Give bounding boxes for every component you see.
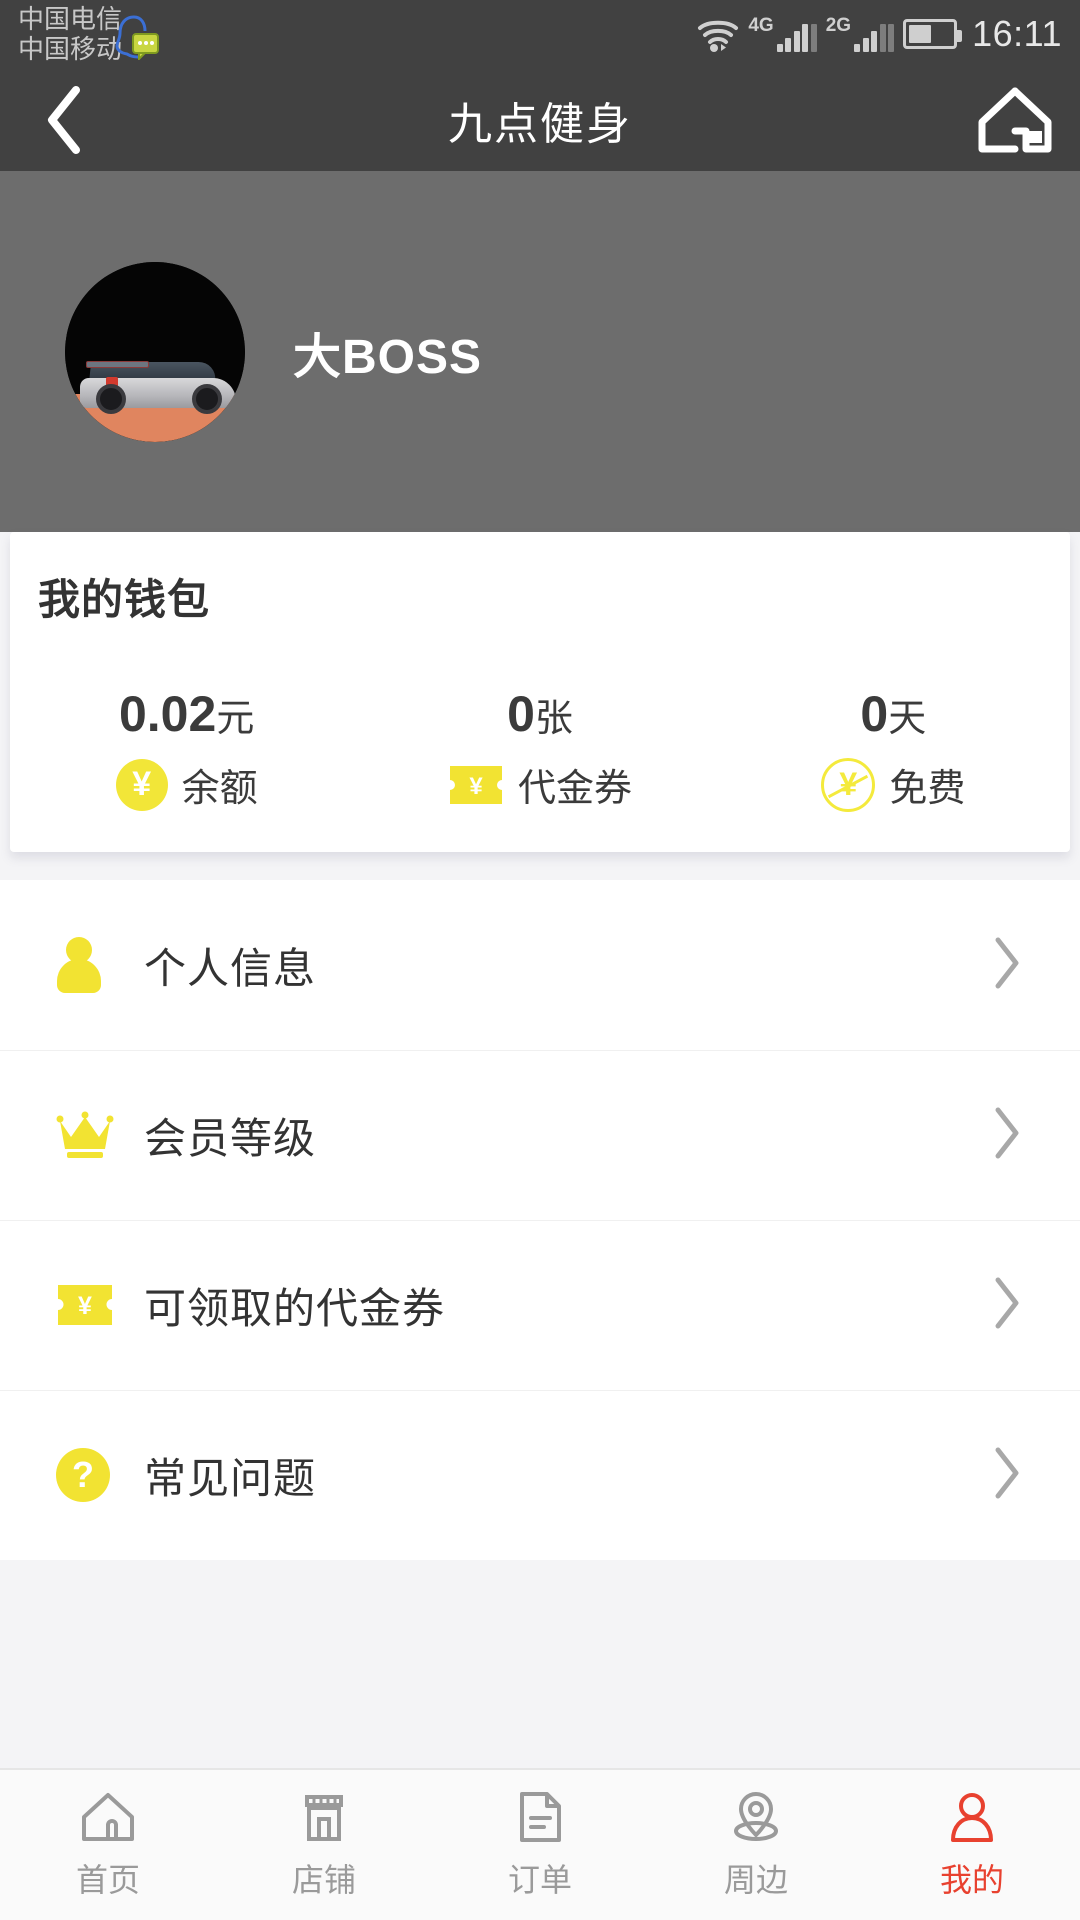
- voucher-ticket-icon: ¥: [448, 762, 504, 808]
- back-button[interactable]: [0, 68, 130, 171]
- wifi-icon: [698, 20, 739, 52]
- voucher-label: 代金券: [517, 768, 632, 810]
- svg-text:¥: ¥: [78, 1292, 92, 1320]
- menu-item-faq[interactable]: ? 常见问题: [0, 1390, 1080, 1560]
- tab-label-orders: 订单: [507, 1862, 572, 1898]
- voucher-ticket-icon: ¥: [56, 1281, 122, 1329]
- tab-shop[interactable]: 店铺: [216, 1770, 432, 1920]
- balance-row: ¥ 余额: [115, 757, 258, 812]
- tab-nearby[interactable]: 周边: [648, 1770, 864, 1920]
- balance-amount: 0.02元: [118, 686, 255, 742]
- menu-list: 个人信息 会员等级 ¥ 可领取的代金券 ? 常见问题: [0, 880, 1080, 1560]
- free-yen-icon: ¥: [821, 757, 876, 812]
- tab-home[interactable]: 首页: [0, 1770, 216, 1920]
- carrier-line-1: 中国电信: [18, 4, 123, 34]
- carrier-line-2: 中国移动: [18, 34, 123, 64]
- tab-label-home: 首页: [75, 1862, 140, 1898]
- menu-item-claimable-vouchers[interactable]: ¥ 可领取的代金券: [0, 1220, 1080, 1390]
- free-amount: 0天: [860, 686, 927, 742]
- avatar-car: [73, 352, 239, 414]
- menu-item-membership-level[interactable]: 会员等级: [0, 1050, 1080, 1220]
- document-icon: [517, 1789, 563, 1845]
- carrier-names: 中国电信 中国移动: [18, 4, 122, 64]
- wallet-stat-balance[interactable]: 0.02元 ¥ 余额: [10, 685, 363, 812]
- app-header: 九点健身: [0, 68, 1080, 171]
- voucher-amount: 0张: [507, 686, 573, 742]
- menu-label-faq: 常见问题: [144, 1454, 317, 1502]
- bottom-tab-bar: 首页 店铺 订单 周边 我的: [0, 1768, 1080, 1920]
- battery-icon: [903, 19, 963, 49]
- menu-label-claimable-vouchers: 可领取的代金券: [144, 1284, 446, 1332]
- crown-icon: [56, 1111, 122, 1159]
- chevron-right-icon: [992, 936, 1022, 995]
- menu-label-personal-info: 个人信息: [144, 944, 317, 992]
- page-title: 九点健身: [448, 99, 632, 149]
- signal-2g: 2G: [825, 15, 895, 52]
- svg-text:¥: ¥: [469, 773, 483, 800]
- profile-username: 大BOSS: [293, 330, 483, 384]
- signal-bars-1: [776, 22, 817, 52]
- chevron-right-icon: [992, 1446, 1022, 1505]
- menu-label-membership-level: 会员等级: [144, 1114, 317, 1162]
- tab-label-shop: 店铺: [291, 1862, 356, 1898]
- chevron-right-icon: [992, 1276, 1022, 1335]
- voucher-row: ¥ 代金券: [448, 757, 632, 812]
- person-icon: [56, 937, 122, 993]
- wallet-stat-voucher[interactable]: 0张 ¥ 代金券: [363, 685, 716, 812]
- free-label: 免费: [889, 768, 966, 810]
- back-chevron-icon: [48, 85, 80, 154]
- question-mark-icon: ?: [56, 1448, 122, 1502]
- chevron-right-icon: [992, 1106, 1022, 1165]
- yen-coin-icon: ¥: [115, 758, 168, 811]
- free-row: ¥ 免费: [821, 757, 965, 812]
- user-profile-icon: [947, 1789, 997, 1845]
- qq-message-icon: [115, 15, 159, 60]
- balance-label: 余额: [181, 768, 258, 810]
- wallet-card-wrapper: 我的钱包 0.02元 ¥ 余额 0张 ¥ 代金券 0天 ¥ 免费: [0, 532, 1080, 852]
- network-type-2g: 2G: [825, 15, 852, 36]
- signal-4g: 4G: [748, 15, 817, 52]
- menu-item-personal-info[interactable]: 个人信息: [0, 880, 1080, 1050]
- status-clock: 16:11: [972, 13, 1062, 54]
- status-icons: 4G 2G 16:11: [697, 0, 1062, 68]
- tab-orders[interactable]: 订单: [432, 1770, 648, 1920]
- shop-icon: [298, 1789, 350, 1845]
- home-icon: [978, 87, 1052, 152]
- wallet-title: 我的钱包: [38, 576, 211, 623]
- tab-mine[interactable]: 我的: [864, 1770, 1080, 1920]
- wallet-card: 我的钱包 0.02元 ¥ 余额 0张 ¥ 代金券 0天 ¥ 免费: [10, 532, 1070, 852]
- app-root: 中国电信 中国移动 4G 2G 16:11 九点健身 大BOSS 我的钱包 0.…: [0, 0, 1080, 1920]
- home-button[interactable]: [950, 68, 1080, 171]
- network-type-4g: 4G: [748, 15, 774, 36]
- home-icon: [80, 1789, 136, 1845]
- tab-label-nearby: 周边: [723, 1862, 788, 1898]
- wallet-stats: 0.02元 ¥ 余额 0张 ¥ 代金券 0天 ¥ 免费: [10, 685, 1070, 812]
- user-avatar-car-image[interactable]: [65, 261, 245, 442]
- status-bar: 中国电信 中国移动 4G 2G 16:11: [0, 0, 1080, 68]
- tab-label-mine: 我的: [939, 1862, 1004, 1898]
- location-pin-icon: [729, 1789, 783, 1845]
- wallet-stat-free[interactable]: 0天 ¥ 免费: [717, 685, 1070, 812]
- signal-bars-2: [854, 22, 895, 52]
- profile-section[interactable]: 大BOSS: [0, 171, 1080, 532]
